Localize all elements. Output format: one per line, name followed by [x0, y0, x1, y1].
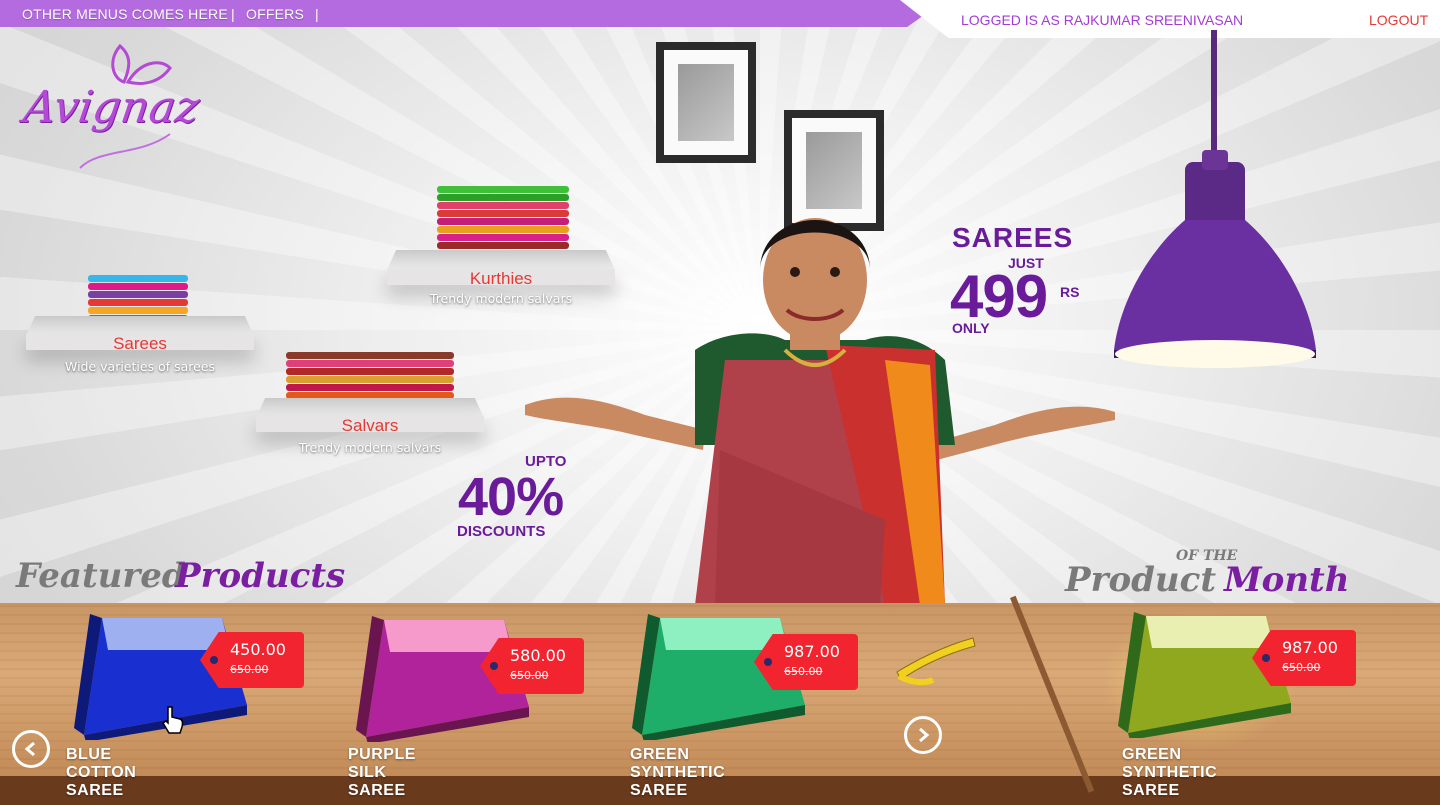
tag-hole: [1262, 654, 1270, 662]
product-old-price: 650.00: [510, 669, 549, 682]
menu-separator: |: [231, 6, 235, 22]
menu-other-link[interactable]: OTHER MENUS COMES HERE: [22, 6, 228, 22]
tag-hole: [764, 658, 772, 666]
tag-hole: [210, 656, 218, 664]
category-title: Salvars: [341, 416, 399, 435]
chevron-left-icon: [24, 741, 35, 757]
carousel-next-button[interactable]: [904, 716, 942, 754]
featured-heading-part1: Featured: [16, 556, 186, 596]
measuring-tape-icon: [896, 637, 976, 686]
promo-unit: RS: [1060, 284, 1080, 300]
product-price: 580.00: [510, 646, 566, 665]
product-name[interactable]: BLUE COTTON SAREE: [66, 746, 136, 800]
price-tag: 580.00 650.00: [480, 638, 584, 694]
discount-label: DISCOUNTS: [457, 523, 546, 540]
price-tag: 987.00 650.00: [1252, 630, 1356, 686]
menu-offers-link[interactable]: OFFERS: [246, 6, 304, 22]
product-price: 987.00: [784, 642, 840, 661]
category-description: Wide varieties of sarees: [64, 359, 216, 374]
product-name[interactable]: GREEN SYNTHETIC SAREE: [1122, 746, 1217, 800]
hand-cursor-icon: [161, 706, 184, 734]
price-tag: 450.00 650.00: [200, 632, 304, 688]
carousel-prev-button[interactable]: [12, 730, 50, 768]
product-name[interactable]: PURPLE SILK SAREE: [348, 746, 416, 800]
product-price: 987.00: [1282, 638, 1338, 657]
wall-frame: [656, 42, 756, 163]
logged-in-text: LOGGED IS AS RAJKUMAR SREENIVASAN: [961, 12, 1244, 28]
category-title: Sarees: [113, 334, 167, 353]
product-old-price: 650.00: [1282, 661, 1321, 674]
month-heading-part2: Month: [1224, 560, 1350, 600]
price-tag: 987.00 650.00: [754, 634, 858, 690]
brand-logo[interactable]: Avignaz: [20, 38, 202, 178]
logout-link[interactable]: LOGOUT: [1369, 12, 1428, 28]
tag-hole: [490, 662, 498, 670]
product-old-price: 650.00: [784, 665, 823, 678]
category-description: Trendy modern salvars: [298, 440, 442, 455]
discount-percent: 40%: [458, 467, 564, 527]
product-price: 450.00: [230, 640, 286, 659]
promo-only: ONLY: [952, 320, 990, 336]
pendant-lamp-icon: [1114, 150, 1316, 368]
month-heading-part1: Product: [1065, 560, 1217, 600]
product-name[interactable]: GREEN SYNTHETIC SAREE: [630, 746, 725, 800]
logo-text: Avignaz: [20, 82, 203, 133]
promo-sarees-heading: SAREES: [952, 222, 1074, 253]
featured-heading-part2: Products: [175, 556, 346, 596]
chevron-right-icon: [919, 727, 930, 743]
menu-separator: |: [315, 6, 319, 22]
lamp-wire: [1211, 30, 1217, 160]
product-old-price: 650.00: [230, 663, 269, 676]
top-menu-bar: OTHER MENUS COMES HERE | OFFERS |: [0, 0, 945, 27]
